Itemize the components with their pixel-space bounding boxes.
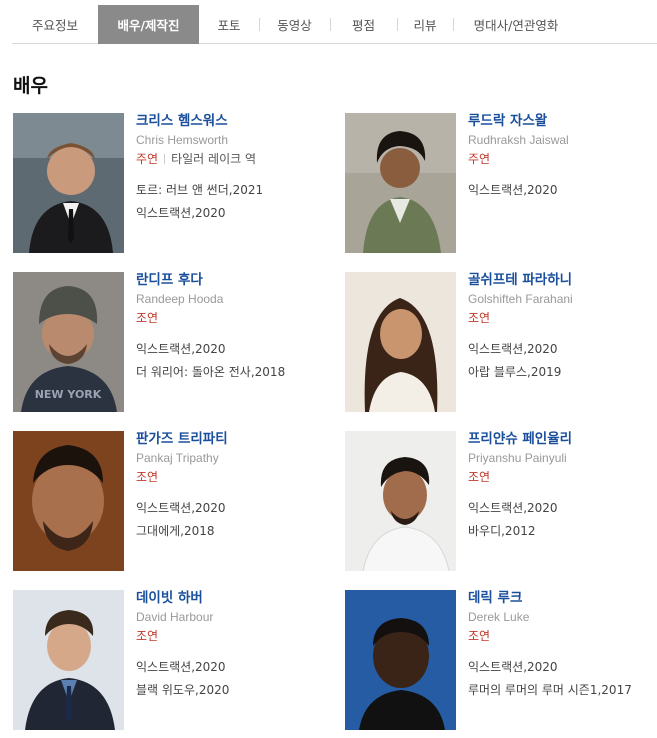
actor-card: 프리얀슈 페인율리 Priyanshu Painyuli 조연 익스트랙션,20…	[345, 431, 655, 571]
filmography-item[interactable]: 익스트랙션,2020	[136, 660, 326, 675]
actor-english-name: Golshifteh Farahani	[468, 292, 573, 306]
tab-video[interactable]: 동영상	[259, 5, 330, 44]
actor-character: 타일러 레이크 역	[171, 152, 257, 166]
actor-photo[interactable]	[13, 113, 124, 253]
actor-english-name: Chris Hemsworth	[136, 133, 229, 147]
tab-photo[interactable]: 포토	[199, 5, 259, 44]
svg-text:NEW YORK: NEW YORK	[35, 388, 102, 401]
filmography-item[interactable]: 익스트랙션,2020	[468, 501, 657, 516]
actor-photo[interactable]	[13, 590, 124, 730]
actor-name[interactable]: 데릭 루크	[468, 590, 657, 606]
actor-name[interactable]: 프리얀슈 페인율리	[468, 431, 657, 447]
actor-english-name: David Harbour	[136, 610, 214, 624]
actor-name[interactable]: 크리스 헴스워스	[136, 113, 326, 129]
actor-role: 조연	[136, 629, 159, 643]
actor-role: 조연	[468, 311, 491, 325]
filmography-item[interactable]: 익스트랙션,2020	[468, 660, 657, 675]
tab-quotes-related[interactable]: 명대사/연관영화	[453, 5, 579, 44]
actor-photo[interactable]	[13, 431, 124, 571]
filmography-item[interactable]: 토르: 러브 앤 썬더,2021	[136, 183, 326, 198]
actor-card: 데이빗 하버 David Harbour 조연 익스트랙션,2020 블랙 위도…	[13, 590, 323, 730]
actor-english-name: Priyanshu Painyuli	[468, 451, 567, 465]
actor-photo[interactable]: NEW YORK	[13, 272, 124, 412]
filmography-item[interactable]: 익스트랙션,2020	[468, 342, 657, 357]
actor-name[interactable]: 골쉬프테 파라하니	[468, 272, 657, 288]
actor-card: 골쉬프테 파라하니 Golshifteh Farahani 조연 익스트랙션,2…	[345, 272, 655, 412]
tab-cast-crew[interactable]: 배우/제작진	[98, 5, 199, 44]
actor-photo[interactable]	[345, 113, 456, 253]
actor-card: 데릭 루크 Derek Luke 조연 익스트랙션,2020 루머의 루머의 루…	[345, 590, 655, 730]
movie-tab-bar: 주요정보 배우/제작진 포토 동영상 평점 리뷰 명대사/연관영화	[12, 5, 657, 44]
filmography-item[interactable]: 바우디,2012	[468, 524, 657, 539]
actor-english-name: Randeep Hooda	[136, 292, 224, 306]
actor-name[interactable]: 란디프 후다	[136, 272, 326, 288]
filmography-item[interactable]: 루머의 루머의 루머 시즌1,2017	[468, 683, 657, 698]
filmography-item[interactable]: 익스트랙션,2020	[136, 206, 326, 221]
filmography-item[interactable]: 익스트랙션,2020	[468, 183, 657, 198]
actor-role: 조연	[468, 629, 491, 643]
actor-card: 판가즈 트리파티 Pankaj Tripathy 조연 익스트랙션,2020 그…	[13, 431, 323, 571]
actor-name[interactable]: 데이빗 하버	[136, 590, 326, 606]
actor-role: 주연	[136, 152, 159, 166]
actor-photo[interactable]	[345, 590, 456, 730]
actor-english-name: Rudhraksh Jaiswal	[468, 133, 569, 147]
actor-role: 조연	[136, 470, 159, 484]
actor-role: 주연	[468, 152, 491, 166]
actor-photo[interactable]	[345, 272, 456, 412]
filmography-item[interactable]: 아랍 블루스,2019	[468, 365, 657, 380]
filmography-item[interactable]: 그대에게,2018	[136, 524, 326, 539]
actor-card: NEW YORK 란디프 후다 Randeep Hooda 조연 익스트랙션,2…	[13, 272, 323, 412]
section-title-actors: 배우	[13, 75, 48, 97]
actor-photo[interactable]	[345, 431, 456, 571]
actor-role: 조연	[468, 470, 491, 484]
actor-english-name: Pankaj Tripathy	[136, 451, 219, 465]
filmography-item[interactable]: 익스트랙션,2020	[136, 501, 326, 516]
actor-english-name: Derek Luke	[468, 610, 530, 624]
actor-name[interactable]: 판가즈 트리파티	[136, 431, 326, 447]
actor-card: 크리스 헴스워스 Chris Hemsworth 주연 타일러 레이크 역 토르:…	[13, 113, 323, 253]
actor-card: 루드락 자스왈 Rudhraksh Jaiswal 주연 익스트랙션,2020	[345, 113, 655, 253]
actor-name[interactable]: 루드락 자스왈	[468, 113, 657, 129]
role-divider	[164, 154, 166, 164]
filmography-item[interactable]: 더 워리어: 돌아온 전사,2018	[136, 365, 326, 380]
filmography-item[interactable]: 익스트랙션,2020	[136, 342, 326, 357]
tab-rating[interactable]: 평점	[330, 5, 397, 44]
tab-review[interactable]: 리뷰	[397, 5, 453, 44]
tab-main-info[interactable]: 주요정보	[12, 5, 98, 44]
actor-role: 조연	[136, 311, 159, 325]
filmography-item[interactable]: 블랙 위도우,2020	[136, 683, 326, 698]
